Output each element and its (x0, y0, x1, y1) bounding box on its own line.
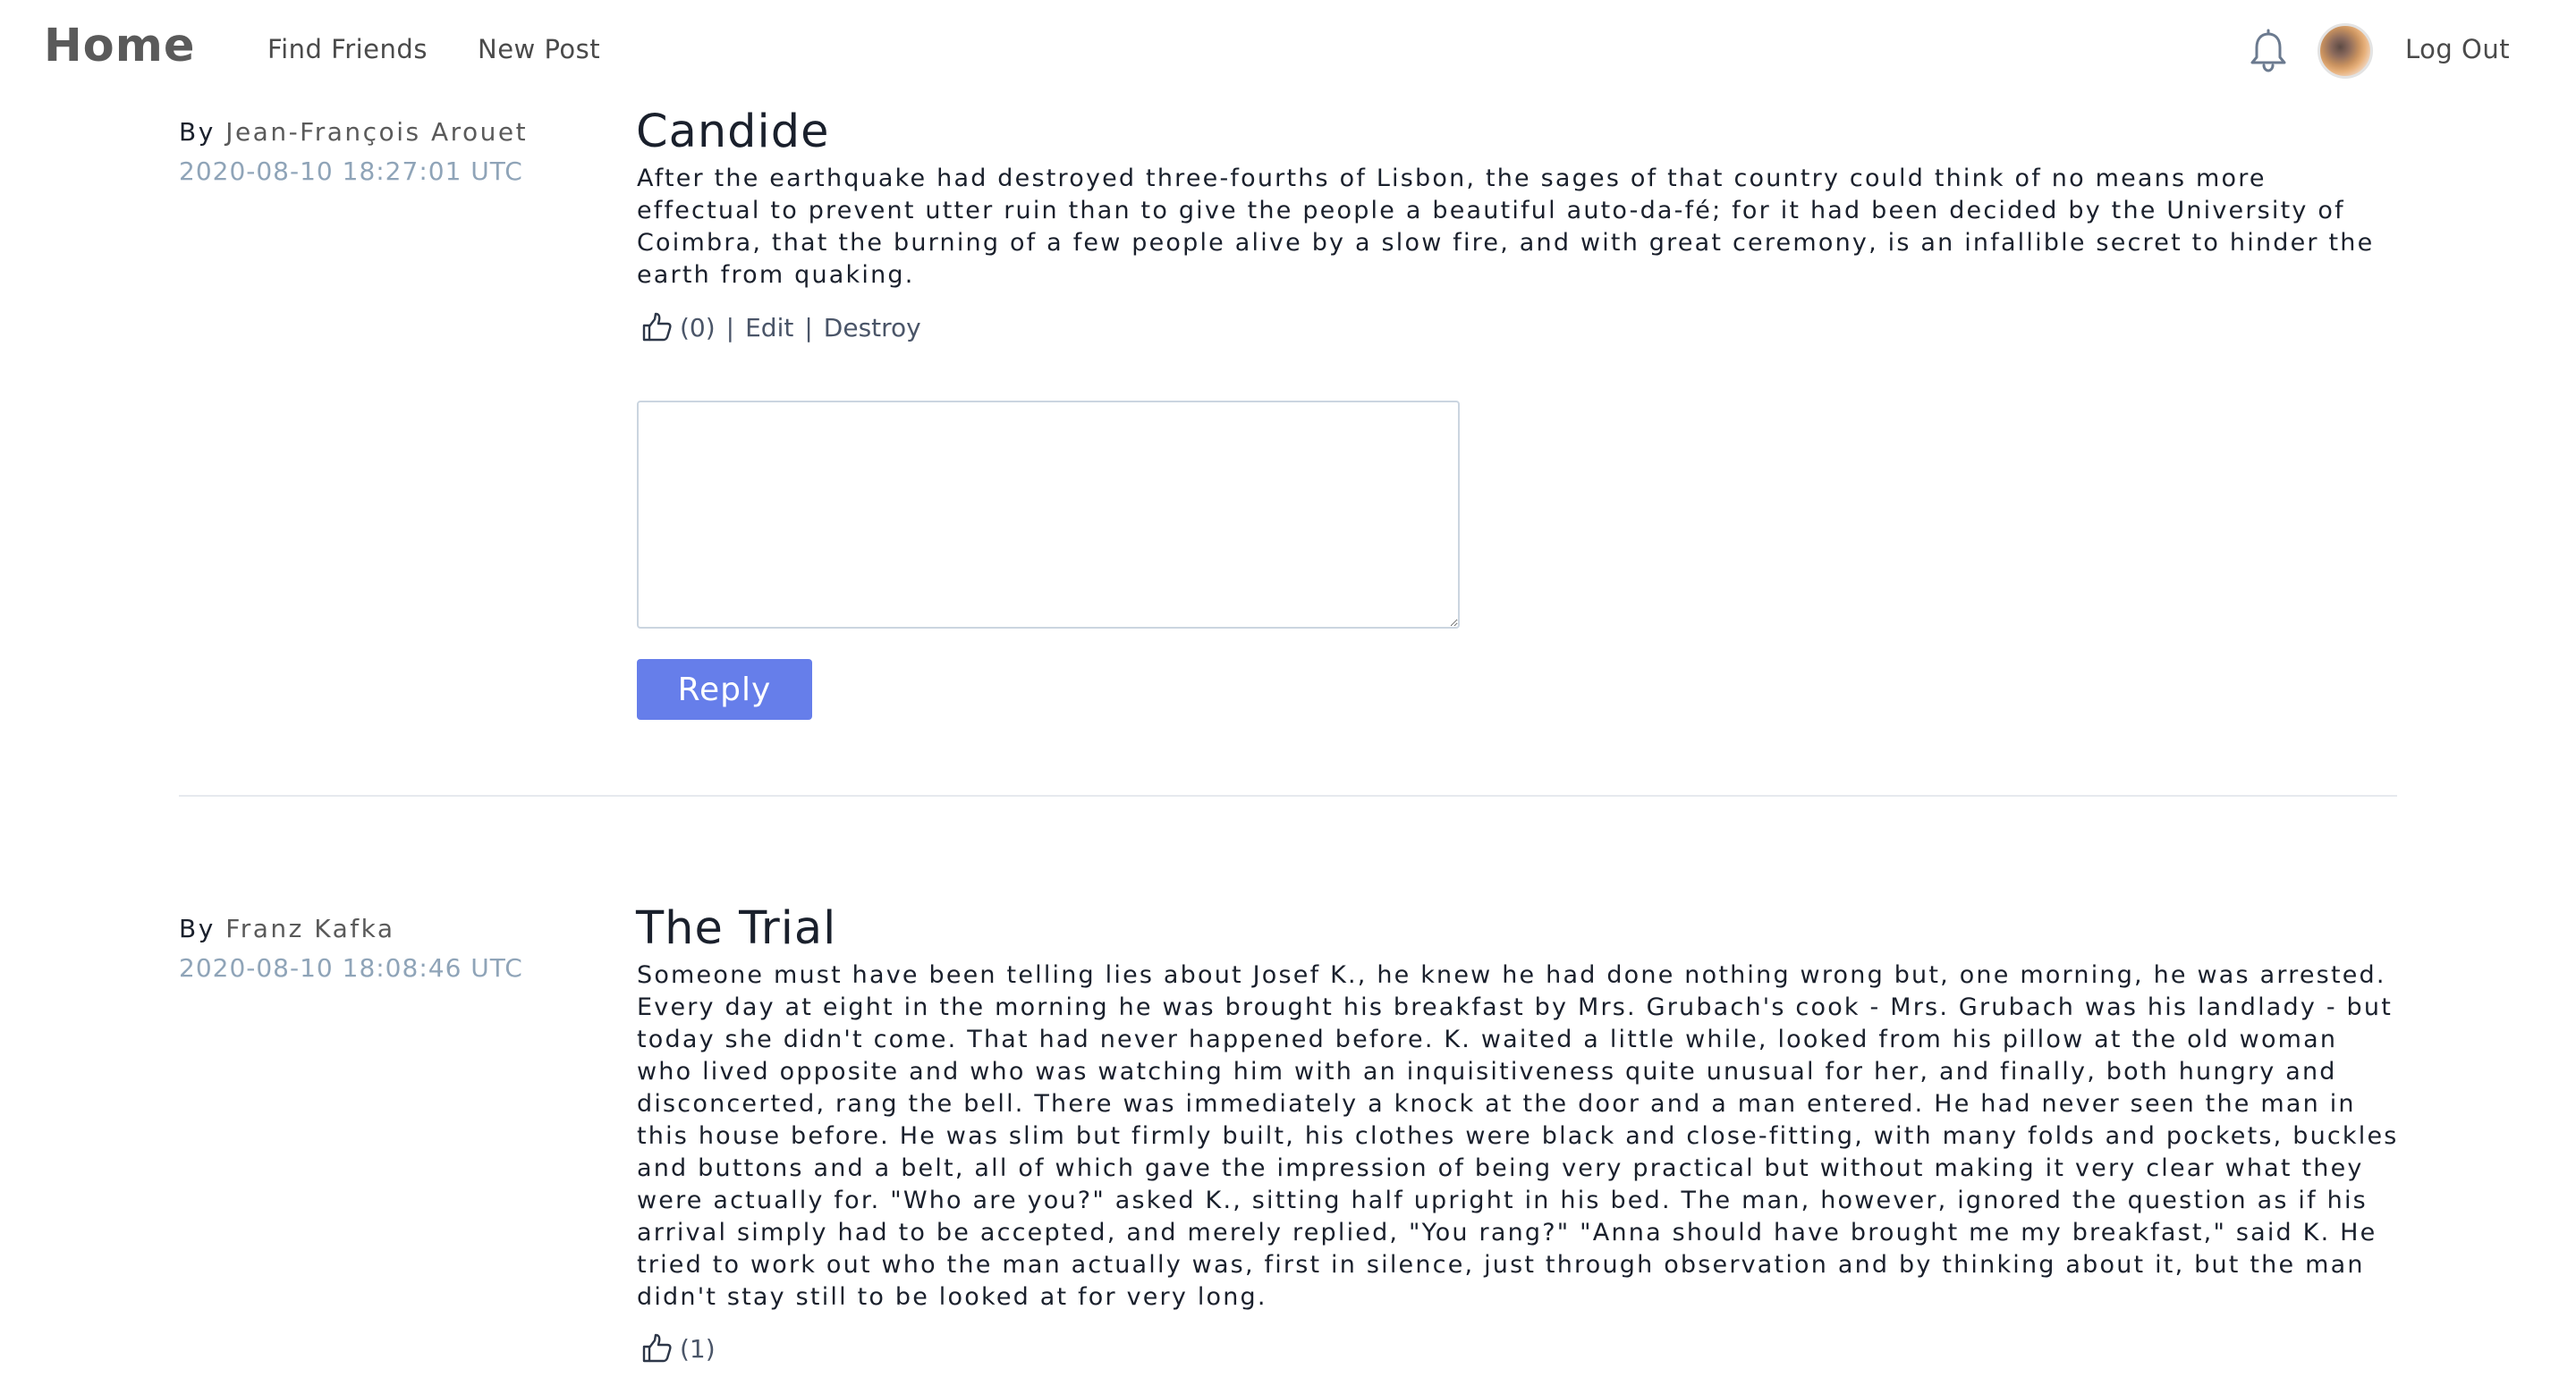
edit-link[interactable]: Edit (745, 313, 793, 342)
thumbs-up-icon[interactable] (640, 311, 673, 343)
post-body: After the earthquake had destroyed three… (637, 165, 2375, 289)
post-body: Someone must have been telling lies abou… (637, 961, 2399, 1311)
post-divider (179, 795, 2397, 797)
find-friends-link[interactable]: Find Friends (267, 34, 428, 64)
user-avatar[interactable] (2318, 23, 2373, 79)
logout-link[interactable]: Log Out (2405, 34, 2510, 64)
top-navbar: Home Find Friends New Post Log Out (0, 0, 2576, 104)
author-name[interactable]: Franz Kafka (225, 914, 394, 943)
thumbs-up-icon[interactable] (640, 1332, 673, 1365)
author-name[interactable]: Jean-François Arouet (225, 117, 528, 147)
bell-icon[interactable] (2247, 29, 2290, 73)
post-timestamp: 2020-08-10 18:27:01 UTC (179, 156, 523, 186)
post-byline: By Franz Kafka (179, 914, 395, 943)
separator: | (725, 312, 735, 342)
separator: | (804, 312, 813, 342)
reply-button[interactable]: Reply (637, 659, 812, 720)
home-link[interactable]: Home (44, 20, 195, 72)
post-actions: (1) (640, 1332, 716, 1365)
post-timestamp: 2020-08-10 18:08:46 UTC (179, 953, 523, 983)
post-title[interactable]: The Trial (636, 902, 836, 955)
new-post-link[interactable]: New Post (478, 34, 600, 64)
destroy-link[interactable]: Destroy (824, 313, 921, 342)
like-count: (1) (680, 1333, 716, 1364)
by-label: By (179, 914, 216, 943)
like-count: (0) (680, 312, 716, 342)
post-actions: (0) | Edit | Destroy (640, 311, 921, 343)
post-title[interactable]: Candide (636, 106, 829, 158)
reply-textarea[interactable] (637, 401, 1460, 629)
by-label: By (179, 117, 216, 147)
post-byline: By Jean-François Arouet (179, 117, 528, 147)
